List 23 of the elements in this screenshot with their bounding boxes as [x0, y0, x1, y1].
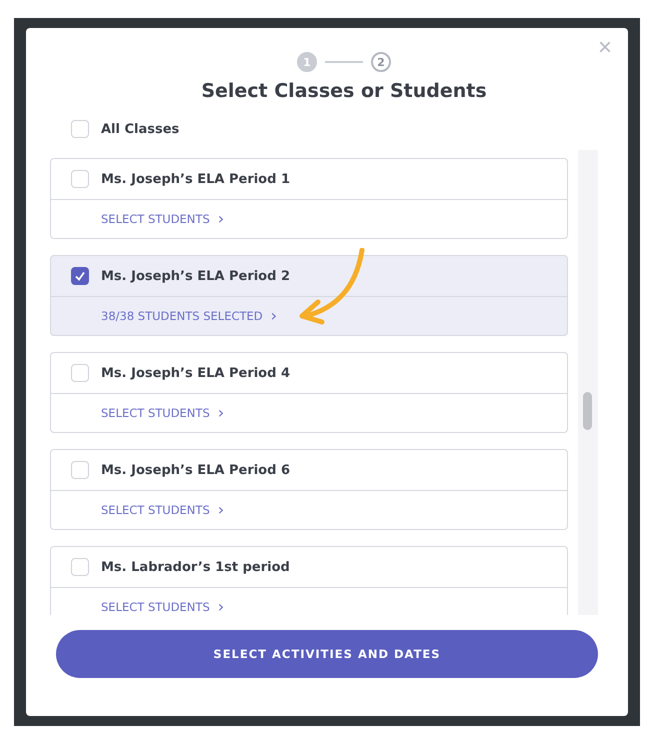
chevron-icon: ›: [218, 405, 224, 421]
checkbox[interactable]: [71, 267, 89, 285]
chevron-icon: ›: [270, 308, 278, 324]
select-students-link[interactable]: SELECT STUDENTS: [101, 406, 210, 420]
checkbox-label: All Classes: [101, 122, 180, 136]
select-activities-button[interactable]: SELECT ACTIVITIES AND DATES: [56, 630, 598, 678]
select-students-link[interactable]: 38/38 STUDENTS SELECTED: [101, 309, 263, 323]
class-name: Ms. Labrador’s 1st period: [101, 560, 290, 574]
scrollbar[interactable]: [578, 150, 598, 615]
chevron-icon: ›: [218, 599, 224, 615]
class-name: Ms. Joseph’s ELA Period 6: [101, 462, 290, 478]
class-name: Ms. Joseph’s ELA Period 2: [101, 268, 290, 284]
step-indicator: 2: [371, 52, 391, 72]
dialog-title: Select Classes or Students: [200, 80, 488, 102]
select-students-link[interactable]: SELECT STUDENTS: [101, 503, 210, 517]
check-icon: [74, 270, 86, 282]
class-name: Ms. Joseph’s ELA Period 1: [101, 172, 290, 186]
select-students-link[interactable]: SELECT STUDENTS: [101, 600, 210, 614]
class-name: Ms. Joseph’s ELA Period 4: [101, 366, 290, 380]
step-connector: [325, 61, 363, 63]
chevron-icon: ›: [218, 211, 224, 227]
chevron-icon: ›: [218, 502, 224, 518]
select-students-link[interactable]: SELECT STUDENTS: [101, 212, 210, 226]
